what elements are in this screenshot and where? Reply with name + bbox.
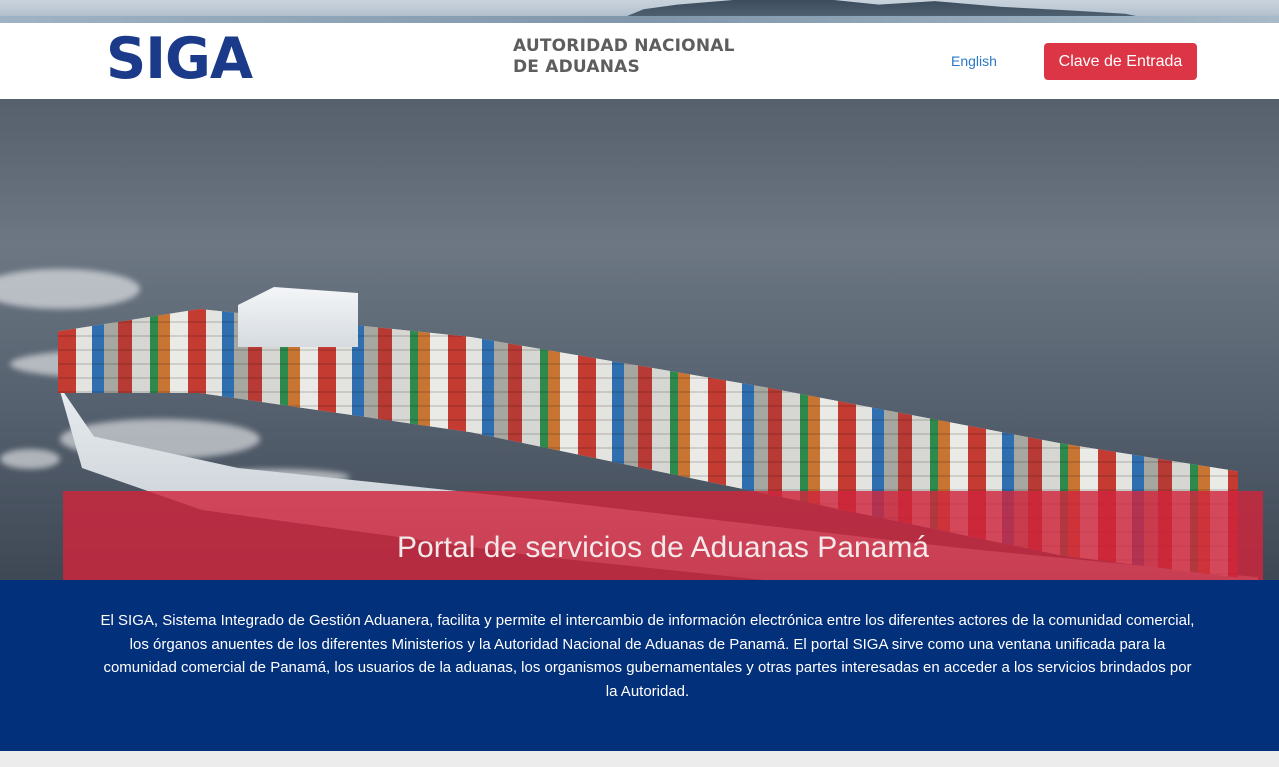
top-photo-strip [0,0,1279,23]
siga-logo[interactable]: SIGA [106,29,253,89]
wake-foam [0,269,140,309]
wake-foam [0,449,60,469]
hero-title: Portal de servicios de Aduanas Panamá [397,531,929,564]
ana-logo-line2: DE ADUANAS [513,57,640,77]
description-section: El SIGA, Sistema Integrado de Gestión Ad… [0,580,1279,751]
ana-logo-line1: AUTORIDAD NACIONAL [513,36,735,56]
site-header: SIGA AUTORIDAD NACIONAL DE ADUANAS Engli… [0,23,1279,99]
ship-bridge [238,287,358,347]
hero-section: Portal de servicios de Aduanas Panamá [0,99,1279,580]
hero-banner: Portal de servicios de Aduanas Panamá [63,491,1263,580]
sea-band [0,16,1279,23]
ana-logo: AUTORIDAD NACIONAL DE ADUANAS [513,36,773,78]
description-text: El SIGA, Sistema Integrado de Gestión Ad… [100,612,1195,700]
login-button[interactable]: Clave de Entrada [1044,43,1197,80]
language-link-english[interactable]: English [951,53,997,69]
footer-strip [0,751,1279,767]
